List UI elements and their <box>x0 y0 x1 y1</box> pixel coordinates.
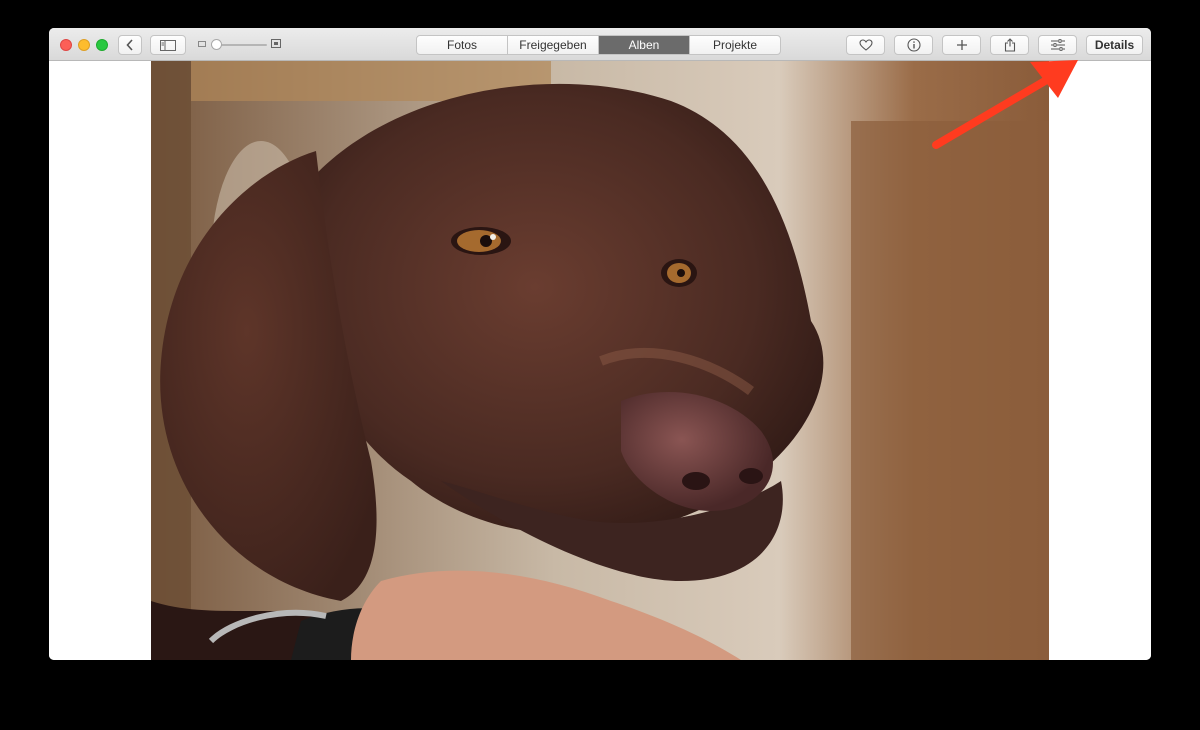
dog-photo[interactable] <box>151 61 1049 660</box>
sidebar-icon <box>160 39 176 51</box>
close-button[interactable] <box>60 39 72 51</box>
favorite-button[interactable] <box>846 35 885 55</box>
tab-alben[interactable]: Alben <box>598 36 689 54</box>
back-button[interactable] <box>118 35 142 55</box>
sidebar-toggle-button[interactable] <box>150 35 186 55</box>
plus-icon <box>956 40 967 50</box>
large-thumbnails-icon <box>271 39 281 48</box>
heart-icon <box>858 39 873 51</box>
adjustments-icon <box>1050 39 1065 51</box>
zoom-slider[interactable] <box>197 38 282 52</box>
minimize-button[interactable] <box>78 39 90 51</box>
adjustments-button[interactable] <box>1038 35 1077 55</box>
tab-freigegeben[interactable]: Freigegeben <box>507 36 598 54</box>
info-icon <box>906 38 921 52</box>
share-button[interactable] <box>990 35 1029 55</box>
zoom-button[interactable] <box>96 39 108 51</box>
tab-fotos[interactable]: Fotos <box>417 36 507 54</box>
info-button[interactable] <box>894 35 933 55</box>
add-button[interactable] <box>942 35 981 55</box>
toolbar: Fotos Freigegeben Alben Projekte Details <box>49 28 1151 61</box>
view-tabs: Fotos Freigegeben Alben Projekte <box>416 35 781 55</box>
details-button[interactable]: Details <box>1086 35 1143 55</box>
share-icon <box>1004 38 1015 52</box>
photo-viewer <box>49 61 1151 660</box>
chevron-left-icon <box>126 39 133 51</box>
small-thumbnails-icon <box>198 41 206 47</box>
slider-knob[interactable] <box>211 39 222 50</box>
photos-window: Fotos Freigegeben Alben Projekte Details <box>49 28 1151 660</box>
tab-projekte[interactable]: Projekte <box>689 36 780 54</box>
